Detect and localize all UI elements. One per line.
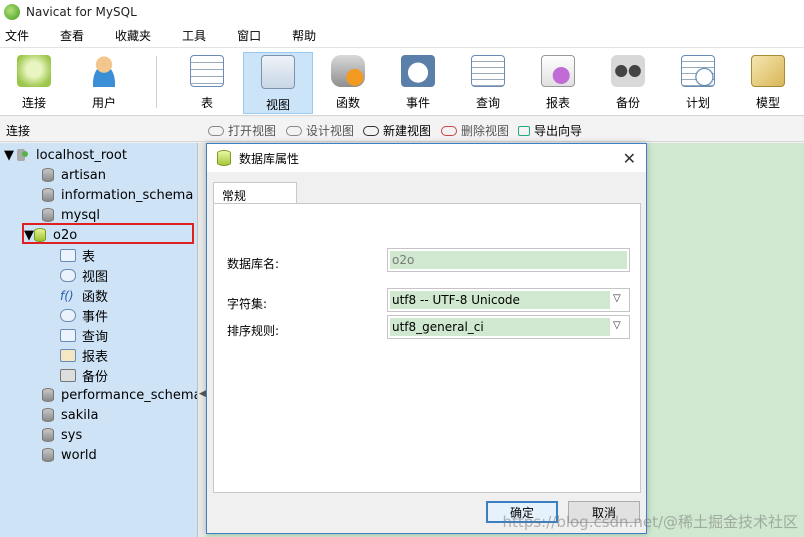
table-icon xyxy=(190,55,224,87)
connection-panel-label: 连接 xyxy=(6,124,31,138)
toolbar-connect-button[interactable]: 连接 xyxy=(5,53,63,111)
open-view-button[interactable]: 打开视图 xyxy=(208,122,276,139)
main-toolbar: 连接 用户 表 视图 函数 事件 查询 报表 备份 计划 模型 xyxy=(0,48,804,116)
database-icon xyxy=(42,208,54,222)
tree-node-views[interactable]: 视图 xyxy=(60,265,108,285)
dialog-body: 常规 数据库名: o2o 字符集: utf8 -- UTF-8 Unicode … xyxy=(207,172,646,533)
database-icon xyxy=(42,428,54,442)
schedule-icon xyxy=(681,55,715,87)
design-view-button[interactable]: 设计视图 xyxy=(286,122,354,139)
menu-bar: 文件 查看 收藏夹 工具 窗口 帮助 xyxy=(0,24,804,48)
watermark-text: https://blog.csdn.net/@稀土掘金技术社区 xyxy=(502,513,798,531)
tree-node-events[interactable]: 事件 xyxy=(60,305,108,325)
toolbar-model-button[interactable]: 模型 xyxy=(739,53,797,111)
tree-node-backups[interactable]: 备份 xyxy=(60,365,108,385)
connect-icon xyxy=(17,55,51,87)
tree-db-mysql[interactable]: mysql xyxy=(42,205,100,225)
tab-general[interactable]: 常规 xyxy=(213,182,297,204)
toolbar-table-button[interactable]: 表 xyxy=(178,53,236,111)
delete-view-icon xyxy=(441,125,457,136)
new-view-button[interactable]: 新建视图 xyxy=(363,122,431,139)
view-icon xyxy=(60,268,76,282)
toolbar-report-button[interactable]: 报表 xyxy=(529,53,587,111)
general-tab-panel: 数据库名: o2o 字符集: utf8 -- UTF-8 Unicode ▽ 排… xyxy=(213,203,641,493)
collation-label: 排序规则: xyxy=(227,324,280,338)
tree-node-tables[interactable]: 表 xyxy=(60,245,95,265)
menu-window[interactable]: 窗口 xyxy=(232,27,273,44)
backup-icon xyxy=(60,368,76,382)
db-name-field[interactable]: o2o xyxy=(387,248,630,272)
tree-db-sys[interactable]: sys xyxy=(42,425,82,445)
export-wizard-icon xyxy=(518,125,530,136)
dialog-title-bar[interactable]: 数据库属性 ✕ xyxy=(207,144,646,172)
tree-db-information-schema[interactable]: information_schema xyxy=(42,185,193,205)
new-view-icon xyxy=(363,125,379,136)
database-icon xyxy=(42,448,54,462)
tree-db-world[interactable]: world xyxy=(42,445,97,465)
database-icon xyxy=(42,188,54,202)
event-icon xyxy=(60,308,76,322)
view-icon xyxy=(261,55,295,89)
menu-file[interactable]: 文件 xyxy=(0,27,41,44)
db-name-label: 数据库名: xyxy=(227,257,280,271)
chevron-down-icon[interactable]: ▽ xyxy=(613,320,625,331)
export-wizard-button[interactable]: 导出向导 xyxy=(518,122,582,139)
database-icon xyxy=(42,408,54,422)
toolbar-query-button[interactable]: 查询 xyxy=(459,53,517,111)
toolbar-backup-button[interactable]: 备份 xyxy=(599,53,657,111)
tree-db-sakila[interactable]: sakila xyxy=(42,405,98,425)
toolbar-schedule-button[interactable]: 计划 xyxy=(669,53,727,111)
chevron-down-icon[interactable]: ▼ xyxy=(4,148,14,163)
tree-db-artisan[interactable]: artisan xyxy=(42,165,106,185)
tree-node-functions[interactable]: f() 函数 xyxy=(60,285,108,305)
title-bar: Navicat for MySQL xyxy=(0,0,804,24)
model-icon xyxy=(751,55,785,87)
charset-select[interactable]: utf8 -- UTF-8 Unicode ▽ xyxy=(387,288,630,312)
toolbar-view-button[interactable]: 视图 xyxy=(243,52,313,114)
menu-view[interactable]: 查看 xyxy=(55,27,96,44)
toolbar-function-button[interactable]: 函数 xyxy=(319,53,377,111)
selection-highlight-box xyxy=(22,223,194,244)
report-icon xyxy=(541,55,575,87)
query-icon xyxy=(471,55,505,87)
menu-favorites[interactable]: 收藏夹 xyxy=(110,27,163,44)
navicat-logo-icon xyxy=(4,4,20,20)
menu-tools[interactable]: 工具 xyxy=(177,27,218,44)
design-view-icon xyxy=(286,125,302,136)
query-icon xyxy=(60,328,76,342)
close-icon[interactable]: ✕ xyxy=(623,149,636,168)
database-icon xyxy=(42,388,54,402)
collation-select[interactable]: utf8_general_ci ▽ xyxy=(387,315,630,339)
backup-icon xyxy=(611,55,645,87)
chevron-down-icon[interactable]: ▽ xyxy=(613,293,625,304)
tree-node-queries[interactable]: 查询 xyxy=(60,325,108,345)
toolbar-event-button[interactable]: 事件 xyxy=(389,53,447,111)
toolbar-separator xyxy=(156,56,157,108)
menu-help[interactable]: 帮助 xyxy=(287,27,328,44)
object-toolbar: 连接 打开视图 设计视图 新建视图 删除视图 导出向导 xyxy=(0,117,804,142)
user-icon xyxy=(87,55,121,87)
report-icon xyxy=(60,348,76,362)
database-icon xyxy=(42,168,54,182)
panel-splitter[interactable]: ◀ xyxy=(197,143,206,537)
toolbar-user-button[interactable]: 用户 xyxy=(75,53,133,111)
window-title: Navicat for MySQL xyxy=(26,5,137,19)
charset-label: 字符集: xyxy=(227,297,268,311)
tree-db-performance-schema[interactable]: performance_schema xyxy=(42,385,202,405)
open-view-icon xyxy=(208,125,224,136)
collapse-arrow-icon[interactable]: ◀ xyxy=(199,389,206,399)
table-icon xyxy=(60,248,76,262)
database-properties-dialog: 数据库属性 ✕ 常规 数据库名: o2o 字符集: utf8 -- UTF-8 … xyxy=(206,143,647,534)
function-icon xyxy=(331,55,365,87)
tree-connection-localhost[interactable]: ▼ localhost_root xyxy=(4,145,127,165)
database-icon xyxy=(217,150,231,166)
event-icon xyxy=(401,55,435,87)
tree-node-reports[interactable]: 报表 xyxy=(60,345,108,365)
function-icon: f() xyxy=(60,288,74,303)
dialog-title: 数据库属性 xyxy=(239,151,300,166)
connection-icon xyxy=(14,148,30,162)
delete-view-button[interactable]: 删除视图 xyxy=(441,122,509,139)
